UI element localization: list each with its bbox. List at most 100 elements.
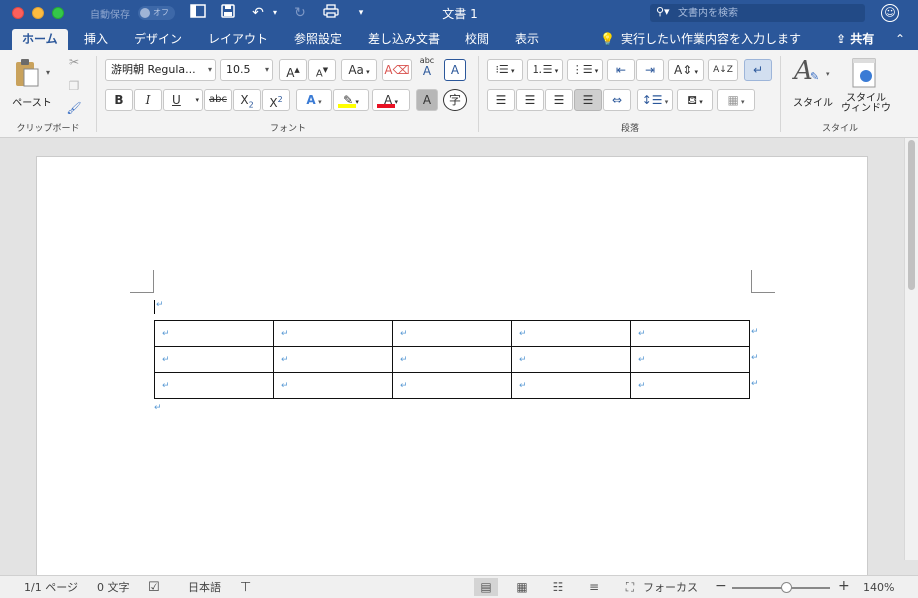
highlight-color-button[interactable]: ✎ ▾ (333, 89, 369, 111)
undo-icon[interactable]: ↶ (248, 4, 268, 22)
zoom-level[interactable]: 140% (863, 580, 894, 595)
show-paragraph-marks-icon[interactable]: ↵ (744, 59, 772, 81)
tab-home[interactable]: ホーム (12, 29, 68, 50)
decrease-indent-icon[interactable]: ⇤ (607, 59, 635, 81)
document-search[interactable]: ⚲▾ (650, 4, 865, 22)
document-table[interactable]: ↵ ↵ ↵ ↵ ↵ ↵ ↵ ↵ ↵ ↵ ↵ ↵ ↵ ↵ ↵ (154, 320, 750, 399)
line-spacing-button[interactable]: ↕☰ ▾ (637, 89, 673, 111)
align-right-icon[interactable]: ☰ (545, 89, 573, 111)
underline-button[interactable]: U ▾ (163, 89, 203, 111)
shading-button[interactable]: ⛾ ▾ (677, 89, 713, 111)
ribbon-collapse-icon[interactable]: ⌃ (895, 29, 905, 50)
vertical-scrollbar[interactable] (904, 138, 918, 560)
table-cell[interactable]: ↵ (511, 372, 631, 399)
redo-icon[interactable]: ↻ (290, 4, 310, 22)
table-cell[interactable]: ↵ (630, 346, 750, 373)
tab-design[interactable]: デザイン (124, 29, 192, 50)
styles-gallery-button[interactable]: A ✎ ▾ スタイル (790, 56, 836, 112)
strikethrough-button[interactable]: abc (204, 89, 232, 111)
feedback-smiley-icon[interactable]: ☺ (881, 4, 899, 22)
bullets-button[interactable]: ⁝☰ ▾ (487, 59, 523, 81)
font-size-dropdown[interactable]: 10.5 ▾ (220, 59, 273, 81)
table-cell[interactable]: ↵ (392, 320, 512, 347)
table-cell[interactable]: ↵ (273, 346, 393, 373)
scrollbar-thumb[interactable] (908, 140, 915, 290)
font-name-dropdown[interactable]: 游明朝 Regula... ▾ (105, 59, 216, 81)
character-shading-button[interactable]: A (416, 89, 438, 111)
tab-mailings[interactable]: 差し込み文書 (358, 29, 450, 50)
tell-me-box[interactable]: 💡 実行したい作業内容を入力します (600, 29, 801, 50)
page-count[interactable]: 1/1 ページ (24, 580, 78, 595)
clear-formatting-icon[interactable]: A⌫ (382, 59, 412, 81)
grow-font-button[interactable]: A▲ (279, 59, 307, 81)
zoom-in-button[interactable]: + (838, 579, 850, 593)
superscript-button[interactable]: X2 (262, 89, 290, 111)
sidebar-toggle-icon[interactable] (188, 4, 208, 22)
table-cell[interactable]: ↵ (630, 372, 750, 399)
increase-indent-icon[interactable]: ⇥ (636, 59, 664, 81)
multilevel-list-button[interactable]: ⋮☰ ▾ (567, 59, 603, 81)
subscript-button[interactable]: X2 (233, 89, 261, 111)
paste-button[interactable]: ▾ ペースト (10, 56, 54, 109)
table-cell[interactable]: ↵ (630, 320, 750, 347)
change-case-button[interactable]: Aa ▾ (341, 59, 377, 81)
styles-pane-button[interactable]: スタイル ウィンドウ (840, 56, 892, 118)
table-cell[interactable]: ↵ (273, 320, 393, 347)
character-border-button[interactable]: A (444, 59, 466, 81)
table-cell[interactable]: ↵ (154, 320, 274, 347)
cut-icon[interactable]: ✂ (64, 52, 84, 74)
minimize-window-button[interactable] (32, 7, 44, 19)
tab-insert[interactable]: 挿入 (74, 29, 118, 50)
word-count[interactable]: 0 文字 (97, 580, 130, 595)
focus-icon[interactable]: ⛶ (618, 578, 642, 596)
web-layout-view-icon[interactable]: ▦ (510, 578, 534, 596)
distributed-align-icon[interactable]: ⇔ (603, 89, 631, 111)
tab-references[interactable]: 参照設定 (284, 29, 352, 50)
table-row[interactable]: ↵ ↵ ↵ ↵ ↵ (154, 372, 750, 399)
text-effects-button[interactable]: A ▾ (296, 89, 332, 111)
track-changes-icon[interactable]: ⊤ (240, 580, 251, 595)
undo-dropdown-icon[interactable]: ▾ (270, 4, 280, 22)
format-painter-icon[interactable]: 🖌 (64, 98, 84, 120)
search-input[interactable] (678, 5, 858, 21)
language[interactable]: 日本語 (188, 580, 221, 595)
outline-view-icon[interactable]: ☷ (546, 578, 570, 596)
customize-toolbar-icon[interactable]: ▾ (354, 4, 368, 22)
table-cell[interactable]: ↵ (273, 372, 393, 399)
close-window-button[interactable] (12, 7, 24, 19)
asian-layout-button[interactable]: A⇕ ▾ (668, 59, 704, 81)
document-page[interactable]: ↵ ↵ ↵ ↵ ↵ ↵ ↵ ↵ ↵ ↵ ↵ ↵ ↵ ↵ ↵ ↵ ↵ ↵ ↵ ↵ (36, 156, 868, 576)
enclose-characters-button[interactable]: 字 (443, 89, 467, 111)
paste-dropdown-icon[interactable]: ▾ (46, 68, 50, 77)
zoom-slider-thumb[interactable] (780, 582, 792, 593)
tab-review[interactable]: 校閲 (455, 29, 499, 50)
zoom-out-button[interactable]: − (715, 579, 727, 593)
maximize-window-button[interactable] (52, 7, 64, 19)
align-center-icon[interactable]: ☰ (516, 89, 544, 111)
table-cell[interactable]: ↵ (511, 320, 631, 347)
autosave-toggle[interactable]: オフ (138, 6, 175, 20)
print-icon[interactable] (320, 4, 342, 22)
proofing-icon[interactable]: ☑ (148, 580, 160, 595)
phonetic-guide-button[interactable]: abc A (414, 56, 440, 78)
copy-icon[interactable]: ❐ (64, 76, 84, 98)
font-color-button[interactable]: A ▾ (372, 89, 410, 111)
share-button[interactable]: ⇪ 共有 (836, 29, 874, 50)
tab-layout[interactable]: レイアウト (198, 29, 278, 50)
table-cell[interactable]: ↵ (392, 346, 512, 373)
print-layout-view-icon[interactable]: ▤ (474, 578, 498, 596)
draft-view-icon[interactable]: ≡ (582, 578, 606, 596)
italic-button[interactable]: I (134, 89, 162, 111)
table-cell[interactable]: ↵ (154, 346, 274, 373)
borders-button[interactable]: ▦ ▾ (717, 89, 755, 111)
table-cell[interactable]: ↵ (154, 372, 274, 399)
save-icon[interactable] (218, 4, 238, 22)
document-canvas[interactable]: ↵ ↵ ↵ ↵ ↵ ↵ ↵ ↵ ↵ ↵ ↵ ↵ ↵ ↵ ↵ ↵ ↵ ↵ ↵ ↵ (0, 138, 904, 576)
tab-view[interactable]: 表示 (505, 29, 549, 50)
numbering-button[interactable]: ⒈☰ ▾ (527, 59, 563, 81)
sort-icon[interactable]: A↓Z (708, 59, 738, 81)
justify-icon[interactable]: ☰ (574, 89, 602, 111)
bold-button[interactable]: B (105, 89, 133, 111)
table-cell[interactable]: ↵ (511, 346, 631, 373)
focus-label[interactable]: フォーカス (643, 580, 698, 595)
